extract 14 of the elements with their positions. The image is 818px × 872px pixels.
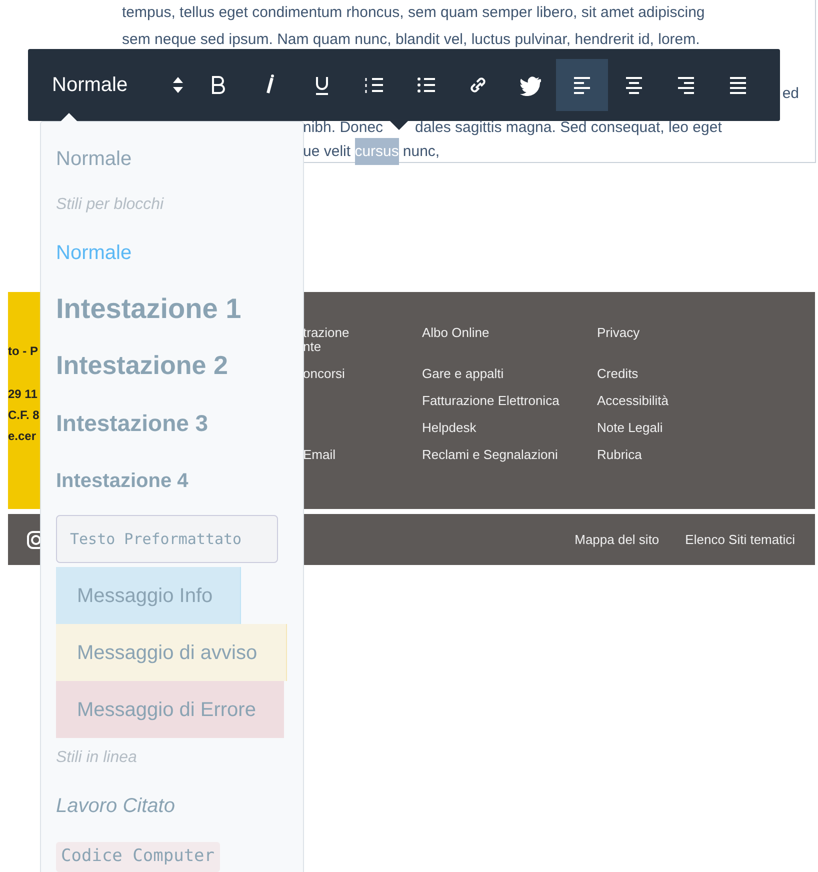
- editor-text: ed: [782, 84, 799, 104]
- editor-text: dales sagittis magna. Sed consequat, leo eget: [415, 118, 722, 138]
- editor-text: tempus, tellus eget condimentum rhoncus, sem quam semper libero, sit amet adipiscing: [122, 3, 705, 23]
- editor-text: nunc,: [402, 142, 440, 162]
- editor-text: nibh. Donec: [303, 118, 384, 138]
- contact-text: e.cer: [8, 428, 36, 445]
- menu-section-label: Stili in linea: [56, 748, 137, 768]
- selected-text: cursus: [354, 138, 399, 164]
- editor-text: ue velit: [303, 142, 352, 162]
- menu-section-label: Stili per blocchi: [56, 195, 164, 215]
- contact-text: C.F. 8: [8, 407, 40, 424]
- contact-text: to - P: [8, 343, 38, 360]
- editor-text: sem neque sed ipsum. Nam quam nunc, blandit vel, luctus pulvinar, hendrerit id, lorem.: [122, 30, 700, 50]
- contact-text: 29 11: [8, 386, 38, 403]
